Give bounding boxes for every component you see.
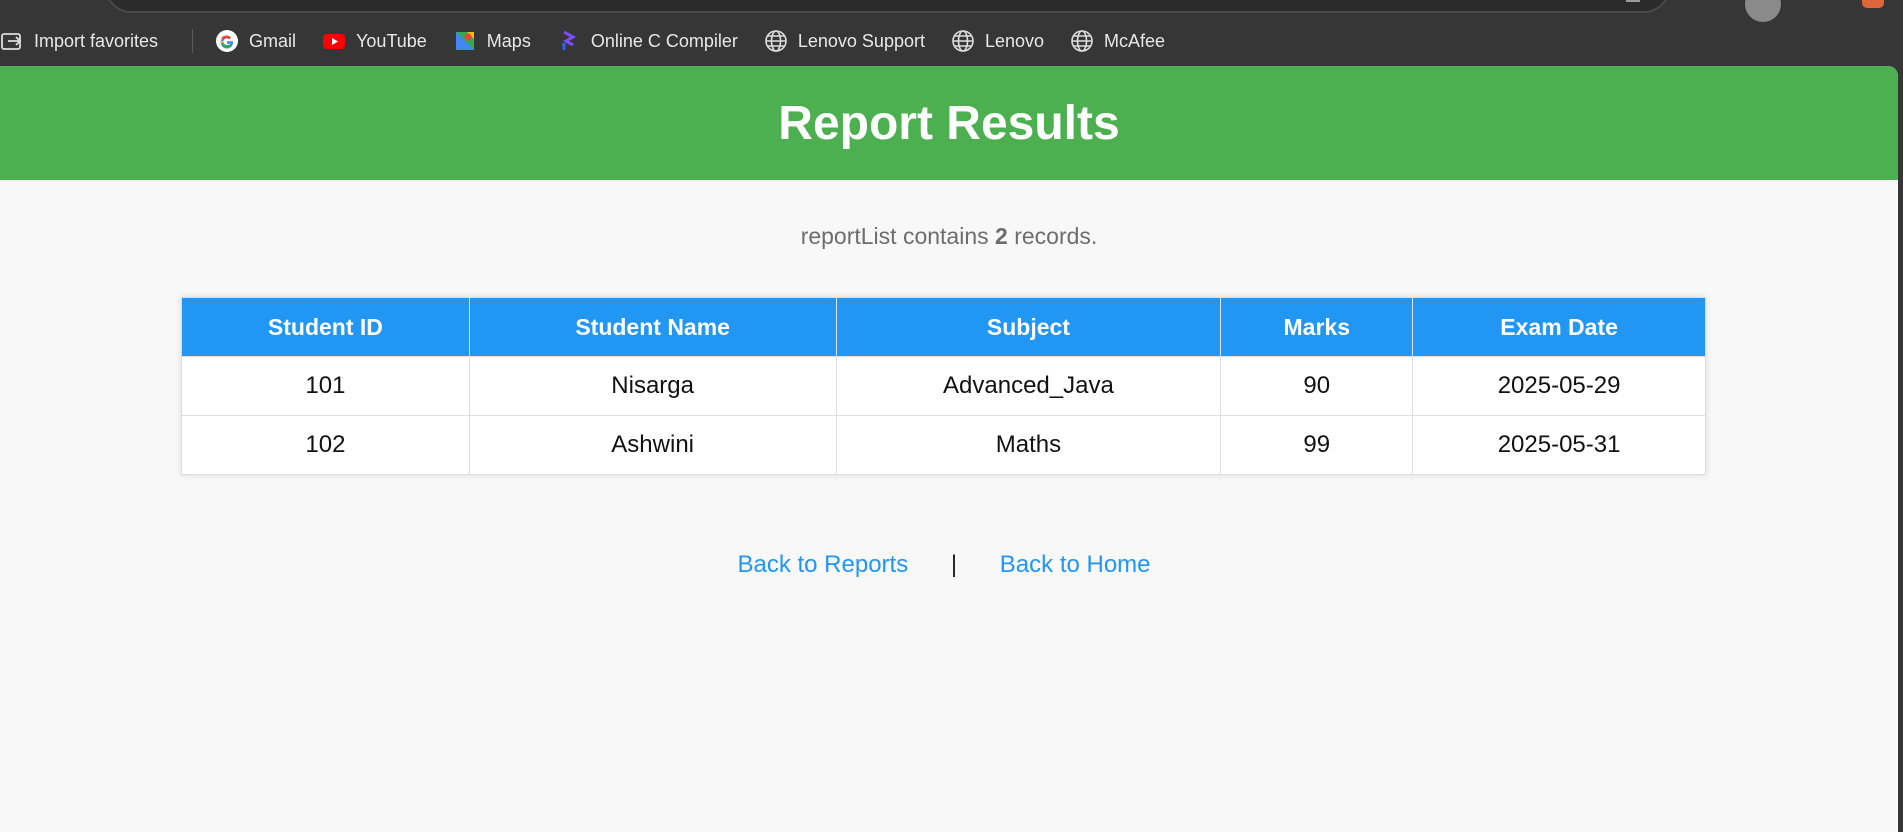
globe-icon (951, 29, 975, 53)
column-header-student-name: Student Name (468, 297, 837, 357)
summary-prefix: reportList contains (800, 223, 989, 249)
cell-exam-date: 2025-05-31 (1412, 415, 1706, 475)
bookmark-lenovo[interactable]: Lenovo (951, 22, 1056, 60)
import-icon (0, 29, 24, 53)
extension-icon[interactable] (1862, 0, 1884, 8)
cell-subject: Advanced_Java (835, 356, 1222, 416)
cell-marks: 99 (1220, 415, 1414, 475)
records-summary: reportList contains 2 records. (0, 223, 1898, 250)
profile-avatar[interactable] (1745, 0, 1781, 22)
page-title: Report Results (778, 96, 1120, 150)
bookmark-label: Online C Compiler (590, 30, 738, 51)
link-separator: | (950, 551, 958, 578)
bookmark-import-favorites[interactable]: Import favorites (0, 22, 170, 60)
bookmark-label: Gmail (249, 30, 297, 51)
column-header-exam-date: Exam Date (1412, 297, 1706, 357)
address-bar[interactable] (105, 0, 1670, 13)
maps-icon (453, 29, 477, 53)
bookmark-mcafee[interactable]: McAfee (1070, 22, 1177, 60)
column-header-subject: Subject (835, 297, 1222, 357)
browser-chrome: Import favorites Gmail YouTube Maps Onli… (0, 0, 1903, 66)
bookmark-label: YouTube (356, 30, 427, 51)
bookmark-gmail[interactable]: Gmail (215, 22, 308, 60)
summary-suffix: records. (1014, 223, 1098, 249)
results-table: Student ID Student Name Subject Marks Ex… (181, 297, 1706, 475)
record-count: 2 (995, 223, 1008, 249)
globe-icon (1070, 29, 1094, 53)
cell-student-id: 102 (181, 415, 470, 475)
bookmark-online-c-compiler[interactable]: Online C Compiler (557, 22, 750, 60)
globe-icon (764, 29, 788, 53)
column-header-student-id: Student ID (181, 297, 470, 357)
bookmark-label: McAfee (1104, 30, 1166, 51)
google-icon (215, 29, 239, 53)
cell-student-name: Ashwini (468, 415, 837, 475)
nav-links: Back to Reports | Back to Home (0, 551, 1888, 579)
cell-subject: Maths (835, 415, 1222, 475)
cell-marks: 90 (1220, 356, 1414, 416)
column-header-marks: Marks (1220, 297, 1414, 357)
youtube-icon (322, 29, 346, 53)
compiler-icon (557, 29, 581, 53)
bookmark-label: Lenovo Support (797, 30, 925, 51)
table-row: 101 Nisarga Advanced_Java 90 2025-05-29 (181, 356, 1706, 416)
cell-student-id: 101 (181, 356, 470, 416)
bookmark-label: Maps (486, 30, 531, 51)
cell-exam-date: 2025-05-29 (1412, 356, 1706, 416)
bookmark-lenovo-support[interactable]: Lenovo Support (764, 22, 937, 60)
page-header: Report Results (0, 66, 1898, 180)
table-row: 102 Ashwini Maths 99 2025-05-31 (181, 415, 1706, 475)
bookmark-maps[interactable]: Maps (453, 22, 543, 60)
back-to-reports-link[interactable]: Back to Reports (737, 551, 908, 578)
bookmark-youtube[interactable]: YouTube (322, 22, 439, 60)
page-content: Report Results reportList contains 2 rec… (0, 66, 1898, 832)
bookmarks-divider (192, 29, 194, 53)
bookmark-label: Lenovo (984, 30, 1045, 51)
cell-student-name: Nisarga (468, 356, 837, 416)
bookmark-label: Import favorites (34, 30, 159, 51)
table-header-row: Student ID Student Name Subject Marks Ex… (181, 297, 1706, 357)
back-to-home-link[interactable]: Back to Home (1000, 551, 1151, 578)
bookmarks-bar: Import favorites Gmail YouTube Maps Onli… (0, 22, 1191, 60)
